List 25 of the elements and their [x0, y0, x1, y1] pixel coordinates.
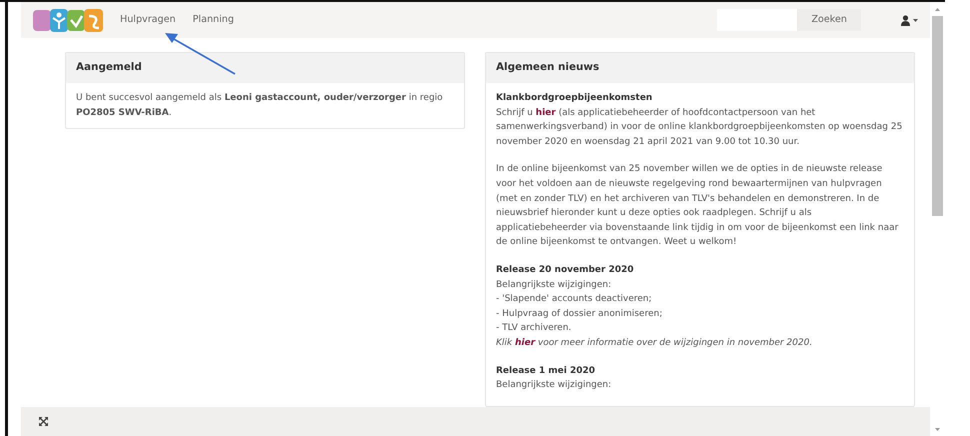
news-text: Belangrijkste wijzigingen: — [496, 379, 612, 392]
login-message: U bent succesvol aangemeld als Leoni gastaccount, ouder/verzorger in regio PO2805 SWV-RiBA. — [76, 92, 444, 120]
logo[interactable] — [33, 8, 103, 32]
nav-link[interactable]: Planning — [192, 12, 234, 28]
news-heading: Klankbordgroepbijeenkomsten — [496, 92, 654, 105]
expand-icon[interactable] — [39, 417, 48, 426]
news-text: Schrijf u hier (als applicatiebeheerder of hoofdcontactpersoon van het samenwerkingsverband) in voor de online klankbordgroepbijeenkomsten op woensdag 25 november 2020 en woensdag 21 april 2021 van 9.00 tot 10.30 uur. — [496, 106, 904, 149]
user-icon — [901, 14, 910, 26]
caret-icon — [913, 18, 918, 22]
nav-link[interactable]: Hulpvragen — [120, 12, 176, 28]
user-menu[interactable] — [901, 14, 918, 26]
panel-title: Algemeen nieuws — [486, 53, 914, 83]
search-button[interactable]: Zoeken — [797, 9, 861, 31]
news-text: Klik hier voor meer informatie over de wijzigingen in november 2020. — [496, 336, 814, 350]
news-heading: Release 1 mei 2020 — [496, 364, 596, 378]
news-text: - Hulpvraag of dossier anonimiseren; — [496, 308, 664, 321]
news-text: In de online bijeenkomst van 25 november willen we de opties in de nieuwste release voor het voldoen aan de nieuwste regelgeving rond bewaartermijnen van hulpvragen (met en zonder TLV) en het archiveren van TLV's behandelen en demonstreren. In de nieuwsbrief hieronder kunt u deze opties ook raadplegen. Schrijf u als applicatiebeheerder via bovenstaande link tijdig in om voor de bijeenkomst een link naar de online bijeenkomst te ontvangen. Weet u welkom! — [496, 163, 900, 250]
news-heading: Release 20 november 2020 — [496, 264, 635, 277]
news-link[interactable]: hier — [514, 338, 536, 348]
panel-title: Aangemeld — [66, 53, 464, 83]
news-text: - TLV archiveren. — [496, 322, 572, 336]
news-link[interactable]: hier — [536, 108, 556, 118]
news-text: Belangrijkste wijzigingen: — [496, 278, 612, 292]
annotation-arrow — [165, 32, 237, 76]
news-text: - 'Slapende' accounts deactiveren; — [496, 293, 653, 306]
